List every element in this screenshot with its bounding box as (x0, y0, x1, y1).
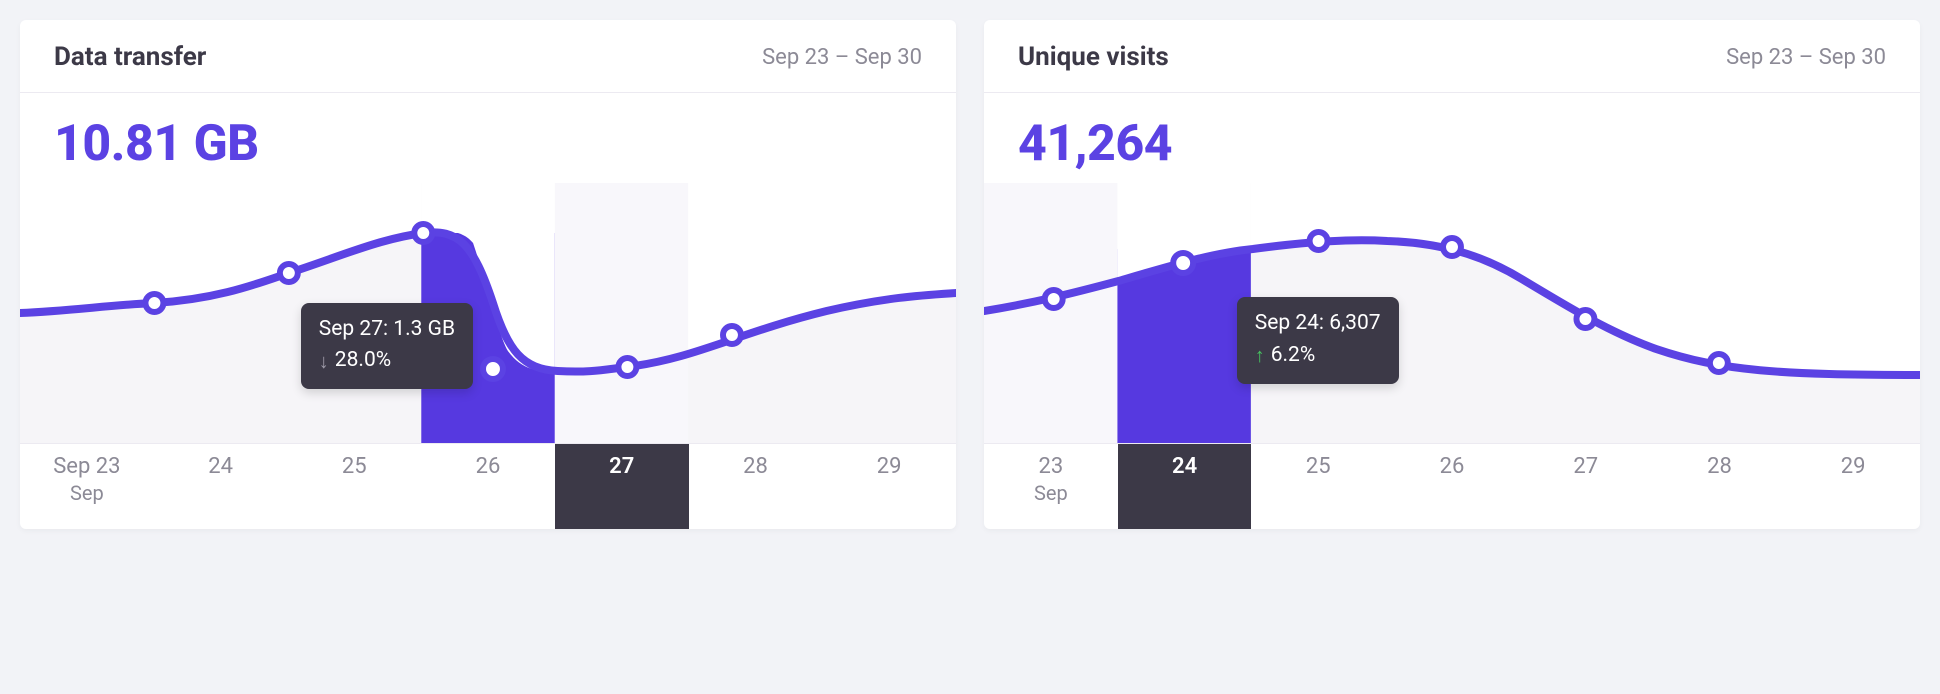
xaxis-month: Sep (70, 481, 104, 505)
tooltip-pct: 28.0% (335, 346, 391, 375)
xaxis-day: 28 (743, 454, 768, 479)
xaxis-tick-selected[interactable]: 27 (555, 444, 689, 529)
date-range: Sep 23 – Sep 30 (1726, 45, 1886, 70)
metric-value: 41,264 (984, 115, 1920, 183)
chart-tooltip: Sep 24: 6,307 ↑ 6.2% (1237, 297, 1399, 384)
xaxis-day: 27 (1573, 454, 1598, 479)
card-header: Unique visits Sep 23 – Sep 30 (984, 20, 1920, 93)
xaxis-day: 25 (342, 454, 367, 479)
line-chart-svg (20, 183, 956, 443)
chart-tooltip: Sep 27: 1.3 GB ↓ 28.0% (301, 303, 473, 390)
xaxis-tick[interactable]: 26 (421, 444, 555, 529)
xaxis-day: Sep 23 (53, 454, 120, 479)
xaxis-month: Sep (1034, 481, 1068, 505)
date-range: Sep 23 – Sep 30 (762, 45, 922, 70)
chart-area[interactable]: Sep 24: 6,307 ↑ 6.2% (984, 183, 1920, 443)
x-axis: Sep 23 Sep 24 25 26 27 28 29 (20, 443, 956, 529)
xaxis-day: 26 (1440, 454, 1465, 479)
tooltip-line2: ↓ 28.0% (319, 346, 455, 375)
metric-value: 10.81 GB (20, 115, 956, 183)
xaxis-day: 25 (1306, 454, 1331, 479)
card-body: 41,264 Sep 24: 6,307 (984, 93, 1920, 529)
line-chart-svg (984, 183, 1920, 443)
card-body: 10.81 GB (20, 93, 956, 529)
card-data-transfer: Data transfer Sep 23 – Sep 30 10.81 GB (20, 20, 956, 529)
tooltip-line1: Sep 27: 1.3 GB (319, 315, 455, 344)
xaxis-tick[interactable]: 29 (1786, 444, 1920, 529)
tooltip-line1: Sep 24: 6,307 (1255, 309, 1381, 338)
xaxis-tick[interactable]: 23 Sep (984, 444, 1118, 529)
x-axis: 23 Sep 24 25 26 27 28 29 (984, 443, 1920, 529)
xaxis-tick[interactable]: 25 (1251, 444, 1385, 529)
xaxis-day: 26 (476, 454, 501, 479)
card-header: Data transfer Sep 23 – Sep 30 (20, 20, 956, 93)
card-title: Unique visits (1018, 42, 1169, 72)
tooltip-line2: ↑ 6.2% (1255, 341, 1381, 370)
tooltip-pct: 6.2% (1271, 341, 1316, 370)
xaxis-tick[interactable]: 29 (822, 444, 956, 529)
xaxis-day: 28 (1707, 454, 1732, 479)
chart-area[interactable]: Sep 27: 1.3 GB ↓ 28.0% (20, 183, 956, 443)
card-title: Data transfer (54, 42, 206, 72)
xaxis-day: 24 (1172, 454, 1197, 479)
xaxis-day: 23 (1038, 454, 1063, 479)
xaxis-day: 29 (1841, 454, 1866, 479)
xaxis-tick[interactable]: 28 (689, 444, 823, 529)
xaxis-tick-selected[interactable]: 24 (1118, 444, 1252, 529)
xaxis-tick[interactable]: 28 (1653, 444, 1787, 529)
xaxis-day: 29 (877, 454, 902, 479)
xaxis-tick[interactable]: Sep 23 Sep (20, 444, 154, 529)
xaxis-day: 27 (609, 454, 634, 479)
xaxis-tick[interactable]: 25 (287, 444, 421, 529)
xaxis-tick[interactable]: 26 (1385, 444, 1519, 529)
arrow-up-icon: ↑ (1255, 345, 1265, 365)
xaxis-tick[interactable]: 24 (154, 444, 288, 529)
card-unique-visits: Unique visits Sep 23 – Sep 30 41,264 (984, 20, 1920, 529)
xaxis-day: 24 (208, 454, 233, 479)
arrow-down-icon: ↓ (319, 351, 329, 371)
xaxis-tick[interactable]: 27 (1519, 444, 1653, 529)
